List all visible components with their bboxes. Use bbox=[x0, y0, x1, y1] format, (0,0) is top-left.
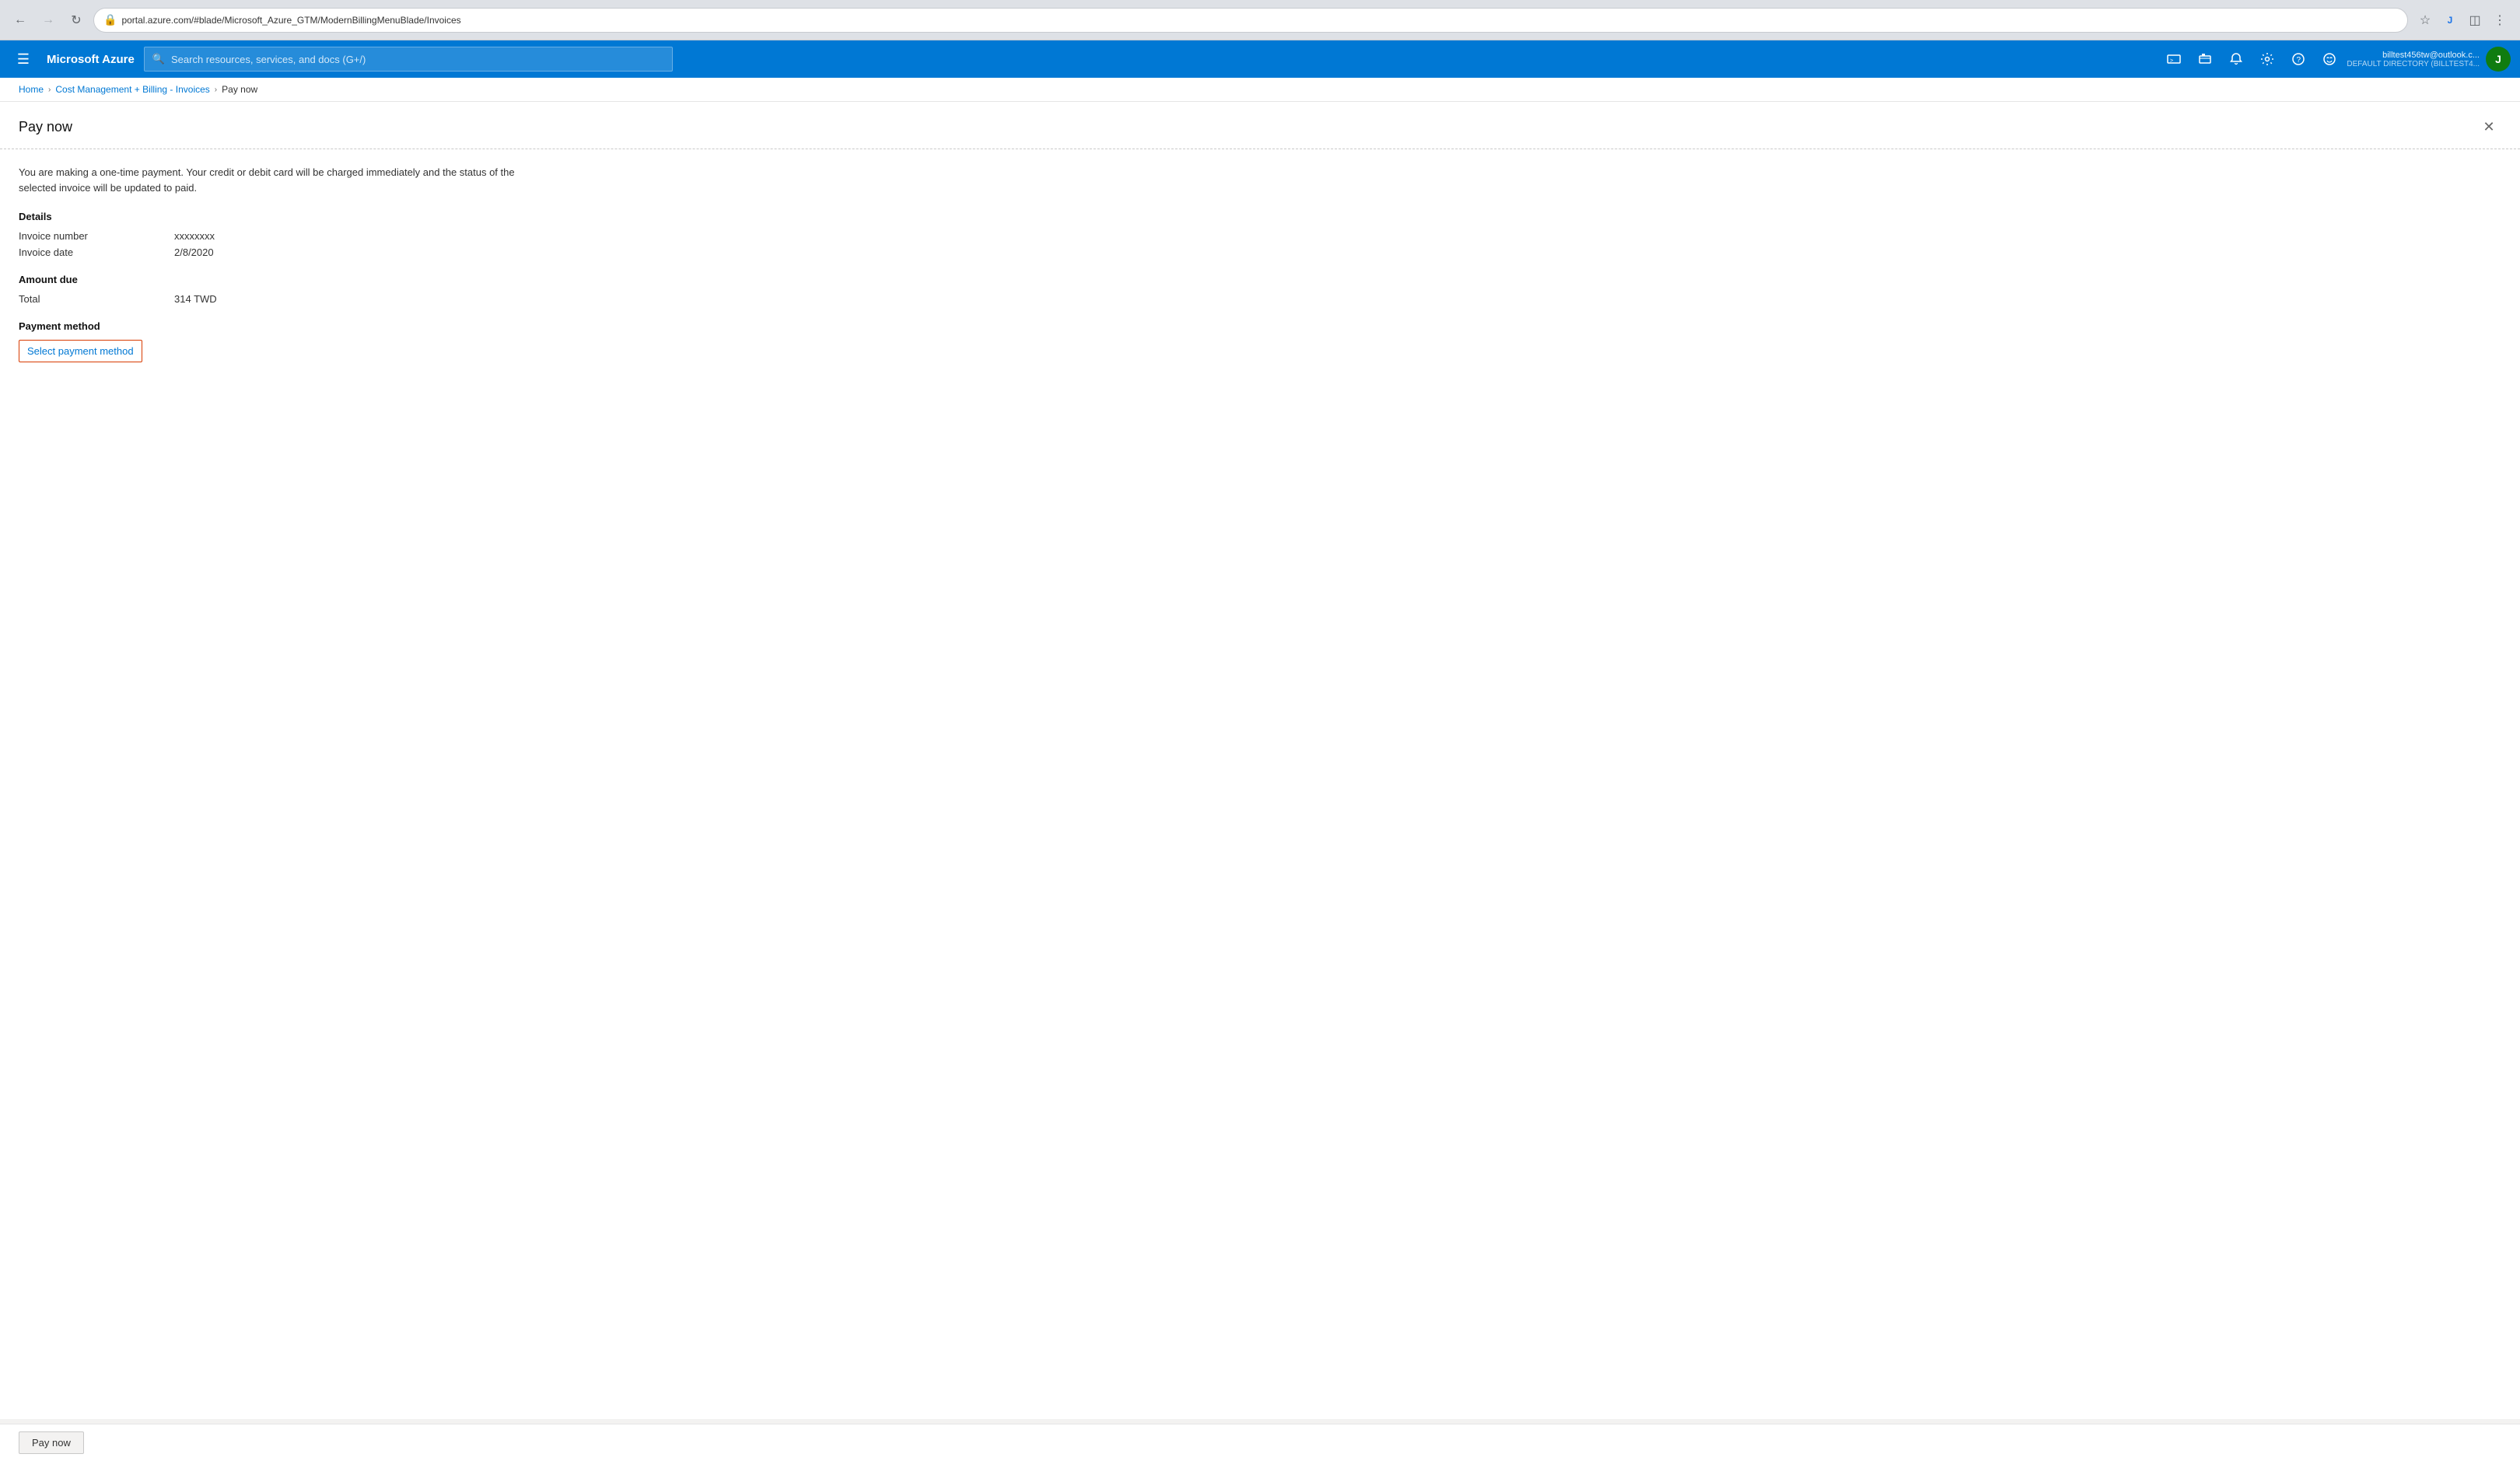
payment-section-title: Payment method bbox=[19, 320, 2501, 332]
breadcrumb-sep-1: › bbox=[48, 86, 51, 94]
browser-chrome: ← → ↻ 🔒 portal.azure.com/#blade/Microsof… bbox=[0, 0, 2520, 40]
breadcrumb-section[interactable]: Cost Management + Billing - Invoices bbox=[55, 84, 209, 95]
extensions-icon[interactable]: ◫ bbox=[2464, 9, 2486, 31]
panel-title: Pay now bbox=[19, 119, 72, 135]
amount-section-title: Amount due bbox=[19, 274, 2501, 285]
info-text: You are making a one-time payment. Your … bbox=[19, 165, 516, 195]
help-icon[interactable]: ? bbox=[2284, 45, 2312, 73]
main-content: Pay now ✕ You are making a one-time paym… bbox=[0, 102, 2520, 1419]
amount-grid: Total 314 TWD bbox=[19, 293, 2501, 305]
total-value: 314 TWD bbox=[174, 293, 2501, 305]
azure-brand: Microsoft Azure bbox=[47, 53, 135, 66]
breadcrumb-current: Pay now bbox=[222, 84, 257, 95]
panel-header: Pay now ✕ bbox=[0, 102, 2520, 149]
total-label: Total bbox=[19, 293, 174, 305]
refresh-button[interactable]: ↻ bbox=[65, 9, 87, 31]
breadcrumb-sep-2: › bbox=[215, 86, 217, 94]
url-text: portal.azure.com/#blade/Microsoft_Azure_… bbox=[121, 15, 460, 26]
user-directory: DEFAULT DIRECTORY (BILLTEST4... bbox=[2347, 60, 2480, 68]
browser-icons: ☆ J ◫ ⋮ bbox=[2414, 9, 2511, 31]
svg-text:>_: >_ bbox=[2170, 58, 2176, 64]
directory-icon[interactable] bbox=[2191, 45, 2219, 73]
search-icon: 🔍 bbox=[152, 53, 165, 65]
panel-footer: Pay now bbox=[0, 1424, 2520, 1461]
forward-button[interactable]: → bbox=[37, 9, 59, 31]
close-button[interactable]: ✕ bbox=[2476, 114, 2501, 139]
breadcrumb: Home › Cost Management + Billing - Invoi… bbox=[0, 78, 2520, 102]
pay-now-button[interactable]: Pay now bbox=[19, 1431, 84, 1454]
invoice-date-label: Invoice date bbox=[19, 246, 174, 258]
payment-section: Payment method Select payment method bbox=[19, 320, 2501, 362]
user-avatar[interactable]: J bbox=[2486, 47, 2511, 72]
cloud-shell-icon[interactable]: >_ bbox=[2160, 45, 2188, 73]
svg-text:?: ? bbox=[2297, 56, 2301, 65]
browser-menu-icon[interactable]: ⋮ bbox=[2489, 9, 2511, 31]
azure-search-bar[interactable]: 🔍 Search resources, services, and docs (… bbox=[144, 47, 673, 72]
amount-section: Amount due Total 314 TWD bbox=[19, 274, 2501, 305]
notifications-icon[interactable] bbox=[2222, 45, 2250, 73]
invoice-number-label: Invoice number bbox=[19, 230, 174, 242]
invoice-number-value: xxxxxxxx bbox=[174, 230, 2501, 242]
hamburger-button[interactable]: ☰ bbox=[9, 45, 37, 73]
search-placeholder: Search resources, services, and docs (G+… bbox=[171, 54, 366, 65]
bookmark-icon[interactable]: ☆ bbox=[2414, 9, 2436, 31]
back-button[interactable]: ← bbox=[9, 9, 31, 31]
breadcrumb-home[interactable]: Home bbox=[19, 84, 44, 95]
invoice-date-value: 2/8/2020 bbox=[174, 246, 2501, 258]
settings-icon[interactable] bbox=[2253, 45, 2281, 73]
feedback-icon[interactable] bbox=[2315, 45, 2343, 73]
panel-body: You are making a one-time payment. Your … bbox=[0, 149, 2520, 393]
lock-icon: 🔒 bbox=[103, 13, 117, 26]
details-grid: Invoice number xxxxxxxx Invoice date 2/8… bbox=[19, 230, 2501, 258]
azure-nav-icons: >_ ? billtest456tw@outlook.c... DEFAULT … bbox=[2160, 45, 2511, 73]
profile-circle-browser[interactable]: J bbox=[2439, 9, 2461, 31]
user-info: billtest456tw@outlook.c... DEFAULT DIREC… bbox=[2347, 51, 2480, 68]
address-bar[interactable]: 🔒 portal.azure.com/#blade/Microsoft_Azur… bbox=[93, 8, 2408, 33]
azure-nav: ☰ Microsoft Azure 🔍 Search resources, se… bbox=[0, 40, 2520, 78]
user-email: billtest456tw@outlook.c... bbox=[2382, 51, 2480, 60]
select-payment-method-button[interactable]: Select payment method bbox=[19, 340, 142, 362]
details-section-title: Details bbox=[19, 211, 2501, 222]
